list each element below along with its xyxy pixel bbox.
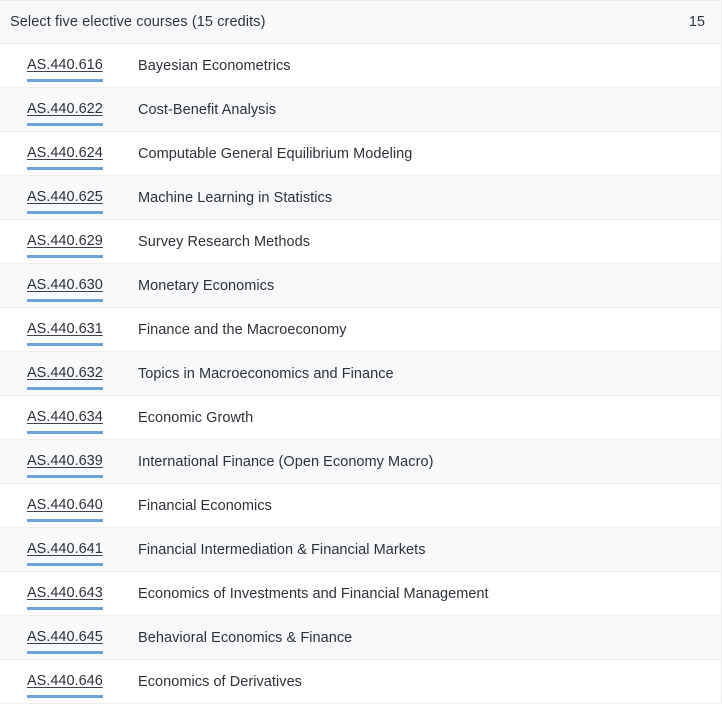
course-code-link[interactable]: AS.440.629	[27, 232, 103, 259]
table-row: AS.440.625 Machine Learning in Statistics	[0, 176, 721, 220]
table-row: AS.440.616 Bayesian Econometrics	[0, 44, 721, 88]
table-row: AS.440.640 Financial Economics	[0, 484, 721, 528]
course-code-cell: AS.440.645	[27, 616, 138, 659]
course-title-cell: Financial Economics	[138, 497, 272, 514]
course-code-cell: AS.440.640	[27, 484, 138, 527]
course-title-cell: Economics of Derivatives	[138, 673, 302, 690]
table-row: AS.440.624 Computable General Equilibrium…	[0, 132, 721, 176]
course-code-cell: AS.440.639	[27, 440, 138, 483]
course-title-cell: Finance and the Macroeconomy	[138, 321, 347, 338]
course-code-cell: AS.440.632	[27, 352, 138, 395]
course-code-link[interactable]: AS.440.634	[27, 408, 103, 435]
course-title-cell: Machine Learning in Statistics	[138, 189, 333, 206]
table-row: AS.440.643 Economics of Investments and F…	[0, 572, 721, 616]
course-code-link[interactable]: AS.440.622	[27, 100, 103, 127]
course-title-cell: Economics of Investments and Financial M…	[138, 585, 489, 602]
table-header-title: Select five elective courses (15 credits…	[10, 14, 266, 30]
course-code-cell: AS.440.625	[27, 176, 138, 219]
course-code-cell: AS.440.631	[27, 308, 138, 351]
table-row: AS.440.631 Finance and the Macroeconomy	[0, 308, 721, 352]
course-title-cell: Survey Research Methods	[138, 233, 311, 250]
course-code-cell: AS.440.630	[27, 264, 138, 307]
table-row: AS.440.629 Survey Research Methods	[0, 220, 721, 264]
table-row: AS.440.632 Topics in Macroeconomics and F…	[0, 352, 721, 396]
course-title-cell: Financial Intermediation & Financial Mar…	[138, 541, 426, 558]
course-title-cell: Bayesian Econometrics	[138, 57, 291, 74]
course-title-cell: Cost-Benefit Analysis	[138, 101, 277, 118]
course-code-link[interactable]: AS.440.639	[27, 452, 103, 479]
course-code-cell: AS.440.629	[27, 220, 138, 263]
course-rows-container: AS.440.616 Bayesian Econometrics AS.440.62…	[0, 44, 721, 704]
elective-courses-table: Select five elective courses (15 credits…	[0, 0, 722, 704]
course-code-cell: AS.440.641	[27, 528, 138, 571]
table-row: AS.440.630 Monetary Economics	[0, 264, 721, 308]
course-code-link[interactable]: AS.440.624	[27, 144, 103, 171]
table-row: AS.440.622 Cost-Benefit Analysis	[0, 88, 721, 132]
table-header-row: Select five elective courses (15 credits…	[0, 1, 721, 44]
course-title-cell: Economic Growth	[138, 409, 254, 426]
course-code-link[interactable]: AS.440.646	[27, 672, 103, 699]
course-code-link[interactable]: AS.440.645	[27, 628, 103, 655]
course-code-cell: AS.440.646	[27, 660, 138, 703]
course-code-cell: AS.440.624	[27, 132, 138, 175]
course-title-cell: Computable General Equilibrium Modeling	[138, 145, 413, 162]
course-title-cell: Behavioral Economics & Finance	[138, 629, 353, 646]
course-code-link[interactable]: AS.440.641	[27, 540, 103, 567]
course-code-link[interactable]: AS.440.631	[27, 320, 103, 347]
course-code-cell: AS.440.634	[27, 396, 138, 439]
course-code-link[interactable]: AS.440.632	[27, 364, 103, 391]
table-row: AS.440.639 International Finance (Open Ec…	[0, 440, 721, 484]
course-code-link[interactable]: AS.440.643	[27, 584, 103, 611]
course-code-cell: AS.440.616	[27, 44, 138, 87]
course-code-link[interactable]: AS.440.616	[27, 56, 103, 83]
course-title-cell: Topics in Macroeconomics and Finance	[138, 365, 394, 382]
table-row: AS.440.641 Financial Intermediation & Fin…	[0, 528, 721, 572]
course-code-link[interactable]: AS.440.625	[27, 188, 103, 215]
course-code-cell: AS.440.622	[27, 88, 138, 131]
table-row: AS.440.645 Behavioral Economics & Finance	[0, 616, 721, 660]
course-title-cell: Monetary Economics	[138, 277, 275, 294]
course-code-link[interactable]: AS.440.640	[27, 496, 103, 523]
course-title-cell: International Finance (Open Economy Macr…	[138, 453, 434, 470]
course-code-cell: AS.440.643	[27, 572, 138, 615]
course-code-link[interactable]: AS.440.630	[27, 276, 103, 303]
table-row: AS.440.634 Economic Growth	[0, 396, 721, 440]
table-header-credits: 15	[688, 14, 705, 30]
table-row: AS.440.646 Economics of Derivatives	[0, 660, 721, 704]
